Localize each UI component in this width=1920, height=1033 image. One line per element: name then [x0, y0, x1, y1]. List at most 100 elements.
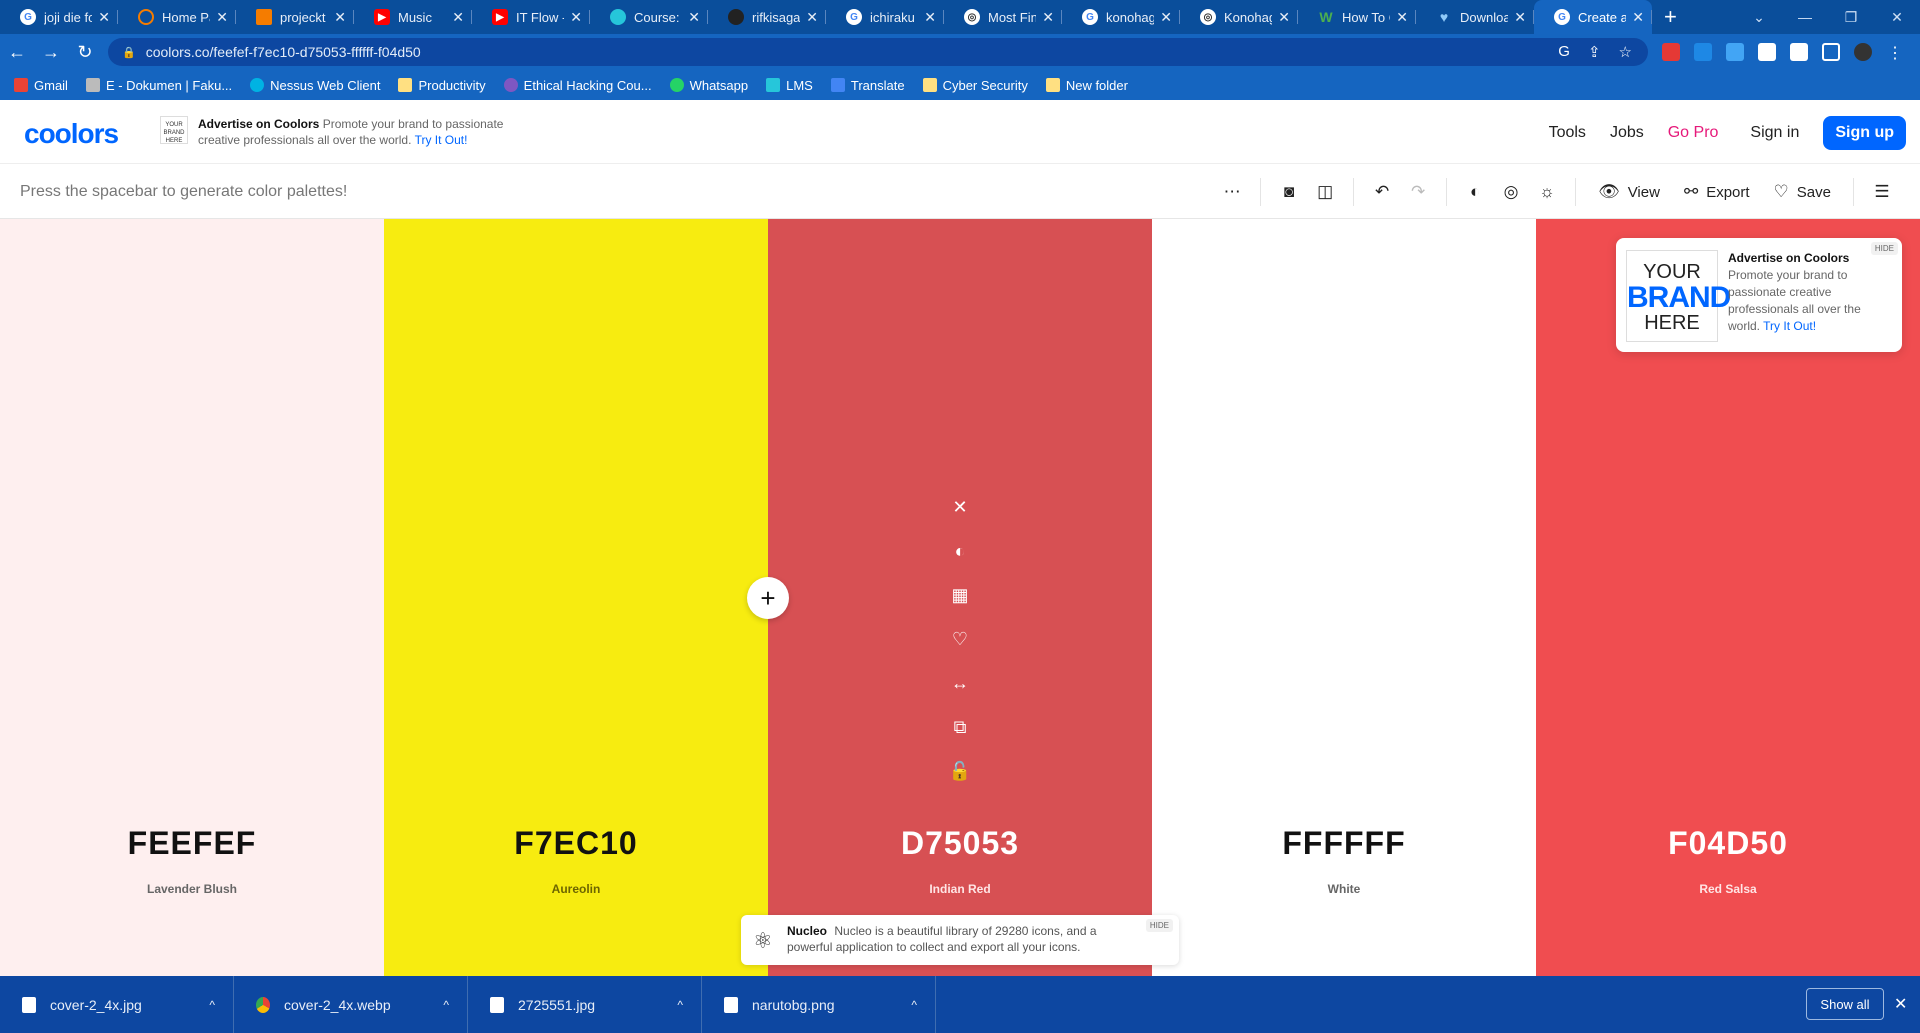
camera-icon[interactable]: ◙ [1271, 182, 1307, 202]
sign-in-link[interactable]: Sign in [1750, 124, 1799, 142]
tab[interactable]: projeckt k✕ [236, 0, 354, 34]
view-button[interactable]: 👁 View [1598, 182, 1660, 202]
tab[interactable]: Gjoji die fo ✕ [0, 0, 118, 34]
close-tab-icon[interactable]: ✕ [1042, 9, 1054, 26]
close-tab-icon[interactable]: ✕ [334, 9, 346, 26]
sign-up-button[interactable]: Sign up [1823, 116, 1906, 150]
bookmark[interactable]: Translate [830, 78, 905, 93]
chevron-up-icon[interactable]: ^ [677, 998, 683, 1012]
tab[interactable]: rifkisagas✕ [708, 0, 826, 34]
chevron-up-icon[interactable]: ^ [911, 998, 917, 1012]
color-swatch[interactable]: FFFFFF White [1152, 219, 1536, 976]
minimize-icon[interactable]: — [1782, 9, 1828, 25]
save-button[interactable]: ♡ Save [1774, 182, 1831, 202]
menu-kebab-icon[interactable]: ⋮ [1886, 43, 1904, 62]
tab[interactable]: Gichiraku r ✕ [826, 0, 944, 34]
go-pro-link[interactable]: Go Pro [1668, 124, 1719, 142]
tab[interactable]: WHow To C✕ [1298, 0, 1416, 34]
avatar[interactable] [1854, 43, 1872, 61]
remove-color-icon[interactable]: ✕ [942, 495, 978, 519]
shades-icon[interactable]: ◐ [942, 539, 978, 563]
hex-code[interactable]: FEEFEF [0, 825, 384, 862]
share-icon[interactable]: ⇪ [1588, 43, 1601, 61]
drag-arrows-icon[interactable]: ↔ [942, 671, 978, 695]
close-tab-icon[interactable]: ✕ [924, 9, 936, 26]
close-tab-icon[interactable]: ✕ [216, 9, 228, 26]
glasses-icon[interactable]: ◎ [1493, 182, 1529, 202]
contrast-icon[interactable]: ◐ [1457, 182, 1493, 202]
export-button[interactable]: ⚯ Export [1684, 182, 1750, 202]
ad-card[interactable]: YOUR BRAND HERE Advertise on Coolors Pro… [1616, 238, 1902, 352]
chevron-up-icon[interactable]: ^ [209, 998, 215, 1012]
hide-ad-button[interactable]: HIDE [1145, 919, 1173, 932]
url-field[interactable]: 🔒 coolors.co/feefef-f7ec10-d75053-ffffff… [108, 38, 1648, 66]
download-item[interactable]: narutobg.png ^ [702, 976, 936, 1033]
bookmark[interactable]: Nessus Web Client [250, 78, 380, 93]
brightness-icon[interactable]: ☼ [1529, 182, 1565, 202]
tab[interactable]: Course: IF✕ [590, 0, 708, 34]
lock-icon[interactable]: 🔒 [122, 46, 136, 59]
tools-link[interactable]: Tools [1549, 124, 1586, 142]
hex-code[interactable]: F04D50 [1536, 825, 1920, 862]
coolors-logo[interactable]: coolors [24, 118, 119, 150]
close-tab-icon[interactable]: ✕ [1396, 9, 1408, 26]
tab[interactable]: ▶IT Flow - Y✕ [472, 0, 590, 34]
close-tab-icon[interactable]: ✕ [1514, 9, 1526, 26]
new-tab-button[interactable]: + [1664, 4, 1677, 30]
bookmark[interactable]: Ethical Hacking Cou... [503, 78, 652, 93]
reload-icon[interactable]: ↻ [68, 42, 102, 63]
ad-link[interactable]: Try It Out! [415, 133, 468, 147]
bookmark[interactable]: LMS [766, 78, 813, 93]
undo-icon[interactable]: ↶ [1364, 182, 1400, 202]
close-tab-icon[interactable]: ✕ [98, 9, 110, 26]
favorite-heart-icon[interactable]: ♡ [942, 627, 978, 651]
close-tab-icon[interactable]: ✕ [1160, 9, 1172, 26]
download-item[interactable]: cover-2_4x.webp ^ [234, 976, 468, 1033]
tab-active[interactable]: GCreate a F✕ [1534, 0, 1652, 34]
close-tab-icon[interactable]: ✕ [570, 9, 582, 26]
hex-code[interactable]: F7EC10 [384, 825, 768, 862]
redo-icon[interactable]: ↷ [1400, 182, 1436, 202]
google-lens-icon[interactable]: G [1558, 43, 1570, 61]
side-panel-icon[interactable] [1822, 43, 1840, 61]
close-tab-icon[interactable]: ✕ [688, 9, 700, 26]
close-tab-icon[interactable]: ✕ [1632, 9, 1644, 26]
color-swatch[interactable]: F7EC10 Aureolin [384, 219, 768, 976]
ad-link[interactable]: Try It Out! [1763, 319, 1816, 333]
bookmark[interactable]: Gmail [14, 78, 68, 93]
tab-search-icon[interactable]: ⌄ [1736, 9, 1782, 26]
close-tab-icon[interactable]: ✕ [1278, 9, 1290, 26]
more-options-icon[interactable]: ⋯ [1214, 182, 1250, 202]
show-all-button[interactable]: Show all [1806, 988, 1884, 1020]
jobs-link[interactable]: Jobs [1610, 124, 1644, 142]
tab[interactable]: Gkonohaga✕ [1062, 0, 1180, 34]
bookmark-star-icon[interactable]: ☆ [1619, 43, 1632, 61]
color-swatch[interactable]: ✕ ◐ ▦ ♡ ↔ ⧉ 🔓 D75053 Indian Red [768, 219, 1152, 976]
bookmark[interactable]: Whatsapp [669, 78, 748, 93]
extension-icon[interactable] [1662, 43, 1680, 61]
restore-icon[interactable]: ❐ [1828, 9, 1874, 26]
tab[interactable]: Home Pag✕ [118, 0, 236, 34]
back-icon[interactable]: ← [0, 42, 34, 63]
extension-icon[interactable] [1694, 43, 1712, 61]
hex-code[interactable]: D75053 [768, 825, 1152, 862]
hex-code[interactable]: FFFFFF [1152, 825, 1536, 862]
grid-icon[interactable]: ▦ [942, 583, 978, 607]
tab[interactable]: ◎Most Fine✕ [944, 0, 1062, 34]
forward-icon[interactable]: → [34, 42, 68, 63]
add-color-button[interactable]: + [747, 577, 789, 619]
download-item[interactable]: cover-2_4x.jpg ^ [0, 976, 234, 1033]
copy-icon[interactable]: ⧉ [942, 715, 978, 739]
extension-icon[interactable] [1726, 43, 1744, 61]
bookmark[interactable]: New folder [1045, 78, 1128, 93]
puzzle-icon[interactable] [1758, 43, 1776, 61]
split-view-icon[interactable]: ◫ [1307, 182, 1343, 202]
media-icon[interactable] [1790, 43, 1808, 61]
color-swatch[interactable]: FEEFEF Lavender Blush [0, 219, 384, 976]
bookmark[interactable]: Productivity [398, 78, 486, 93]
close-icon[interactable]: ✕ [1894, 994, 1907, 1014]
close-tab-icon[interactable]: ✕ [452, 9, 464, 26]
close-tab-icon[interactable]: ✕ [806, 9, 818, 26]
tab[interactable]: ◎Konohaga✕ [1180, 0, 1298, 34]
bookmark[interactable]: Cyber Security [922, 78, 1028, 93]
